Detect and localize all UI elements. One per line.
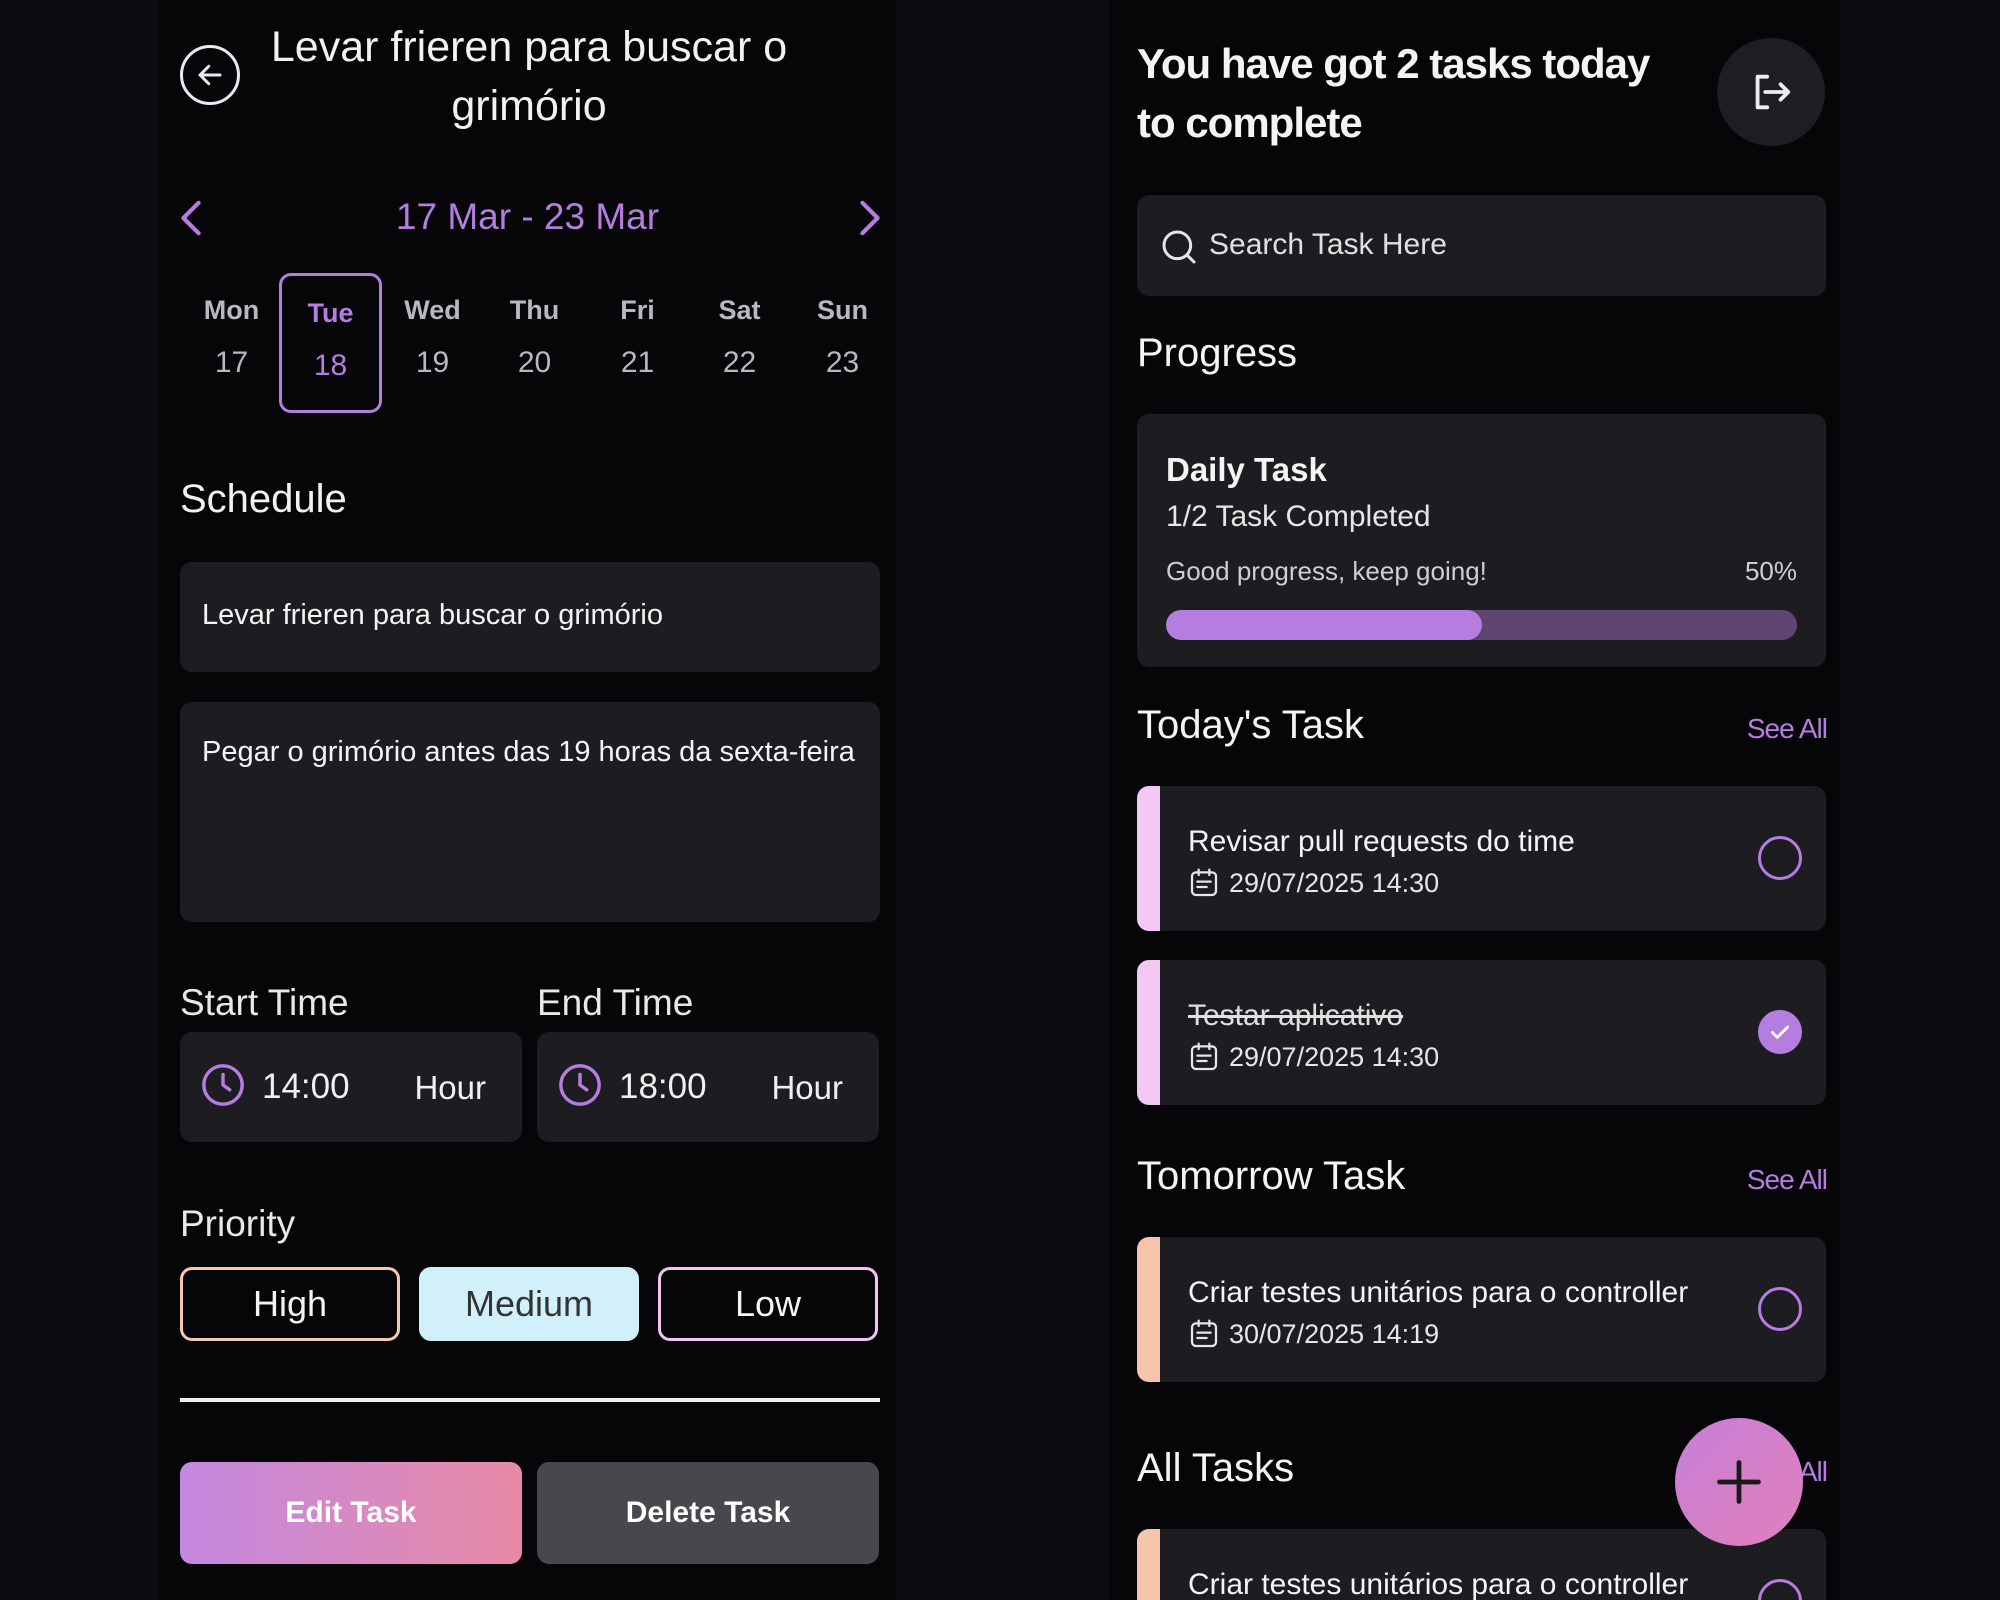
end-time-value: 18:00 bbox=[619, 1067, 707, 1106]
day-number: 18 bbox=[313, 349, 348, 382]
time-unit: Hour bbox=[771, 1069, 843, 1106]
task-card[interactable]: Criar testes unitários para o controller… bbox=[1137, 1237, 1826, 1382]
time-unit: Hour bbox=[414, 1069, 486, 1106]
todays-task-heading: Today's Task bbox=[1137, 703, 1365, 747]
logout-icon bbox=[1755, 74, 1791, 110]
task-name: Criar testes unitários para o controller bbox=[1188, 1568, 1689, 1600]
priority-high-button[interactable]: High bbox=[180, 1267, 400, 1341]
day-number: 17 bbox=[214, 346, 249, 379]
day-mon[interactable]: Mon 17 bbox=[180, 273, 283, 413]
end-time-label: End Time bbox=[537, 982, 694, 1023]
logout-button[interactable] bbox=[1717, 38, 1825, 146]
day-sun[interactable]: Sun 23 bbox=[791, 273, 894, 413]
day-selector: Mon 17 Tue 18 Wed 19 Thu 20 Fri 21 Sat 22 Sun 2… bbox=[180, 273, 880, 413]
day-name: Sun bbox=[817, 295, 868, 325]
day-name: Tue bbox=[307, 298, 354, 328]
todays-see-all-link[interactable]: See All bbox=[1747, 713, 1828, 745]
calendar-icon bbox=[1190, 1042, 1218, 1071]
task-card[interactable]: Revisar pull requests do time 29/07/2025… bbox=[1137, 786, 1826, 931]
task-card[interactable]: Testar aplicativo 29/07/2025 14:30 bbox=[1137, 960, 1826, 1105]
progress-bar bbox=[1166, 610, 1797, 640]
arrow-left-icon bbox=[198, 64, 222, 86]
task-complete-checkbox[interactable] bbox=[1758, 1579, 1802, 1600]
day-thu[interactable]: Thu 20 bbox=[483, 273, 586, 413]
start-time-label: Start Time bbox=[180, 982, 349, 1023]
day-sat[interactable]: Sat 22 bbox=[688, 273, 791, 413]
day-number: 21 bbox=[620, 346, 655, 379]
task-detail-screen: Levar frieren para buscar o grimório 17 … bbox=[159, 0, 896, 1600]
search-bar bbox=[1137, 195, 1826, 296]
day-number: 20 bbox=[517, 346, 552, 379]
progress-bar-fill bbox=[1166, 610, 1482, 640]
day-name: Fri bbox=[620, 295, 655, 325]
day-name: Mon bbox=[203, 295, 260, 325]
task-complete-checkbox[interactable] bbox=[1758, 1287, 1802, 1331]
chevron-right-icon bbox=[860, 200, 880, 236]
task-color-stripe bbox=[1137, 1529, 1160, 1600]
task-color-stripe bbox=[1137, 786, 1160, 931]
tomorrow-see-all-link[interactable]: See All bbox=[1747, 1164, 1828, 1196]
task-description-field[interactable]: Pegar o grimório antes das 19 horas da s… bbox=[180, 702, 880, 922]
day-name: Sat bbox=[718, 295, 761, 325]
priority-medium-button[interactable]: Medium bbox=[419, 1267, 639, 1341]
progress-message: Good progress, keep going! bbox=[1166, 556, 1487, 586]
day-number: 22 bbox=[722, 346, 757, 379]
week-range: 17 Mar - 23 Mar bbox=[395, 196, 660, 237]
start-time-value: 14:00 bbox=[262, 1067, 350, 1106]
day-fri[interactable]: Fri 21 bbox=[586, 273, 689, 413]
calendar-icon bbox=[1190, 1319, 1218, 1348]
delete-task-button[interactable]: Delete Task bbox=[537, 1462, 879, 1564]
progress-heading: Progress bbox=[1137, 331, 1298, 375]
task-name: Testar aplicativo bbox=[1188, 999, 1404, 1032]
task-title-field[interactable]: Levar frieren para buscar o grimório bbox=[180, 562, 880, 672]
task-date: 30/07/2025 14:19 bbox=[1229, 1319, 1440, 1349]
checkmark-icon bbox=[1771, 1025, 1789, 1039]
priority-heading: Priority bbox=[180, 1203, 296, 1244]
day-name: Wed bbox=[404, 295, 461, 325]
progress-title: Daily Task bbox=[1166, 451, 1327, 488]
search-icon bbox=[1162, 230, 1196, 264]
week-navigator: 17 Mar - 23 Mar bbox=[159, 188, 896, 248]
edit-task-button[interactable]: Edit Task bbox=[180, 1462, 522, 1564]
tomorrow-task-heading: Tomorrow Task bbox=[1137, 1154, 1406, 1198]
day-number: 23 bbox=[825, 346, 860, 379]
greeting-heading: You have got 2 tasks today to complete bbox=[1137, 40, 1650, 146]
home-screen: You have got 2 tasks today to complete P… bbox=[1109, 0, 1840, 1600]
task-complete-checkbox[interactable] bbox=[1758, 1010, 1802, 1054]
all-tasks-heading: All Tasks bbox=[1137, 1446, 1295, 1490]
task-name: Criar testes unitários para o controller bbox=[1188, 1276, 1689, 1309]
progress-subtitle: 1/2 Task Completed bbox=[1166, 500, 1431, 533]
plus-icon bbox=[1717, 1460, 1761, 1504]
task-name: Revisar pull requests do time bbox=[1188, 825, 1575, 858]
end-time-field[interactable]: 18:00 Hour bbox=[537, 1032, 879, 1142]
clock-icon bbox=[202, 1064, 244, 1106]
progress-percent: 50% bbox=[1744, 556, 1797, 586]
back-button[interactable] bbox=[180, 45, 240, 105]
day-tue[interactable]: Tue 18 bbox=[279, 273, 382, 413]
task-date: 29/07/2025 14:30 bbox=[1229, 868, 1440, 898]
schedule-heading: Schedule bbox=[180, 477, 347, 521]
page-title: Levar frieren para buscar o grimório bbox=[270, 23, 788, 130]
task-date: 29/07/2025 14:30 bbox=[1229, 1042, 1440, 1072]
next-week-button[interactable] bbox=[850, 196, 890, 240]
day-name: Thu bbox=[509, 295, 560, 325]
calendar-icon bbox=[1190, 868, 1218, 897]
task-complete-checkbox[interactable] bbox=[1758, 836, 1802, 880]
priority-low-button[interactable]: Low bbox=[658, 1267, 878, 1341]
screen: Levar frieren para buscar o grimório 17 … bbox=[0, 0, 2000, 1600]
clock-icon bbox=[559, 1064, 601, 1106]
task-color-stripe bbox=[1137, 960, 1160, 1105]
divider bbox=[180, 1398, 880, 1402]
add-task-button[interactable] bbox=[1675, 1418, 1803, 1546]
progress-card: Daily Task 1/2 Task Completed Good progr… bbox=[1137, 414, 1826, 667]
search-input[interactable] bbox=[1209, 217, 1789, 273]
start-time-field[interactable]: 14:00 Hour bbox=[180, 1032, 522, 1142]
task-color-stripe bbox=[1137, 1237, 1160, 1382]
day-wed[interactable]: Wed 19 bbox=[381, 273, 484, 413]
day-number: 19 bbox=[415, 346, 450, 379]
